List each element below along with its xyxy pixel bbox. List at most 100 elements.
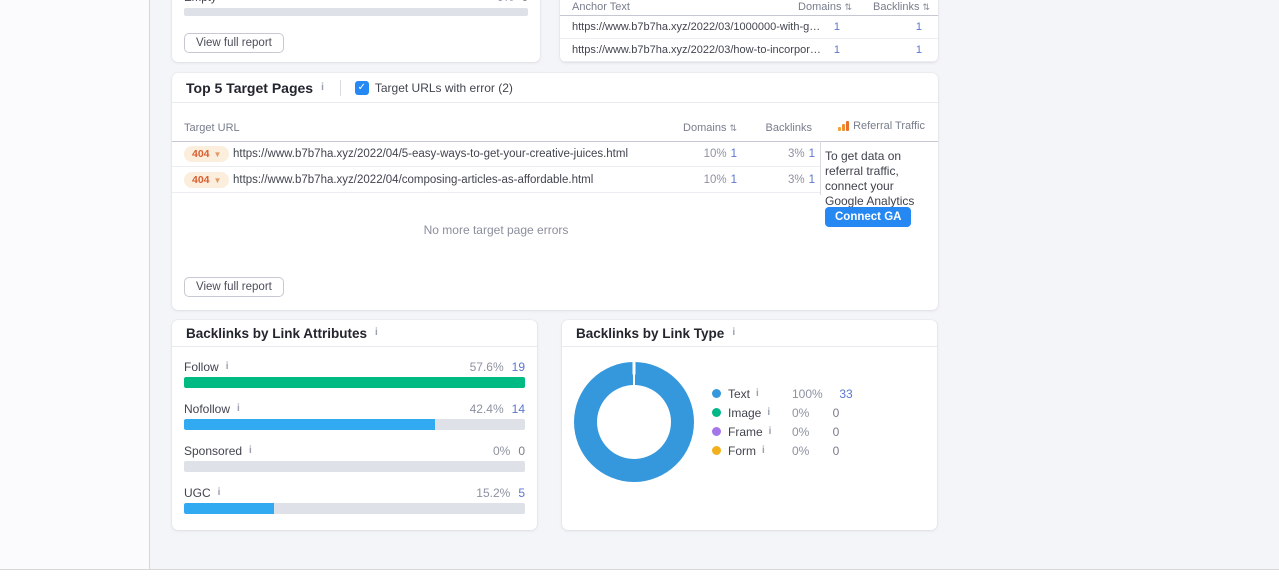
card-title: Backlinks by Link Attributes [186,325,368,341]
header-divider [339,79,341,96]
legend-count[interactable]: 0 [809,444,840,458]
view-full-report-button[interactable]: View full report [184,33,284,53]
legend-label: Text [728,386,751,401]
domains-count[interactable]: 1 [834,44,840,56]
anchor-type-row-count: 0 [522,0,528,4]
empty-bar [184,8,528,16]
attribute-count[interactable]: 14 [512,402,525,416]
attribute-count[interactable]: 19 [512,360,525,374]
domains-count[interactable]: 1 [731,148,737,160]
attribute-pct: 57.6% [469,360,504,374]
legend-pct: 0% [792,424,810,439]
sort-icon[interactable]: ⇅ [729,123,737,133]
anchor-type-row-pct: 0% [497,0,514,4]
target-row: 404 ▼ https://www.b7b7ha.xyz/2022/04/5-ea… [172,141,820,167]
backlinks-count[interactable]: 1 [809,148,815,160]
attribute-row: Sponsored i 0% 0 [184,440,525,482]
info-icon[interactable]: i [224,362,231,372]
col-domains[interactable]: Domains ⇅ [798,1,852,13]
card-title: Top 5 Target Pages [186,79,314,96]
attribute-pct: 15.2% [476,486,511,500]
view-full-report-button[interactable]: View full report [184,277,284,297]
info-icon[interactable]: i [222,0,229,3]
card-title: Backlinks by Link Type [576,325,725,341]
legend-row: Text i 100% 33 [712,384,853,403]
link-attributes-header: Backlinks by Link Attributes i [172,320,537,347]
row-divider [560,61,938,62]
attribute-pct: 0% [492,444,511,458]
anchor-row: https://www.b7b7ha.xyz/2022/03/how-to-in… [560,39,938,62]
empty-message: No more target page errors [423,223,569,237]
status-badge[interactable]: 404 ▼ [184,146,230,162]
domains-count[interactable]: 1 [731,174,737,186]
donut-hole [597,385,671,459]
legend-row: Form i 0% 0 [712,441,839,460]
domains-pct: 10% [703,148,727,160]
legend-row: Frame i 0% 0 [712,422,839,441]
sort-icon[interactable]: ⇅ [922,2,930,12]
anchor-link[interactable]: https://www.b7b7ha.xyz/2022/03/1000000-w… [572,21,822,33]
col-target-url: Target URL [184,122,240,134]
anchor-link[interactable]: https://www.b7b7ha.xyz/2022/03/how-to-in… [572,44,822,56]
backlinks-count[interactable]: 1 [916,44,922,56]
attribute-bar-track [184,419,525,430]
attribute-bar-track [184,377,525,388]
anchor-type-row-label: Empty [184,0,217,4]
col-backlinks[interactable]: Backlinks ⇅ [873,1,930,13]
target-url-link[interactable]: https://www.b7b7ha.xyz/2022/04/composing… [233,174,593,186]
attribute-label: Sponsored [184,444,243,458]
target-row: 404 ▼ https://www.b7b7ha.xyz/2022/04/comp… [172,167,820,193]
info-icon[interactable]: i [760,445,767,456]
legend-label: Image [728,405,762,420]
domains-cell: 10% 1 [704,148,737,160]
legend-label: Frame [728,424,763,439]
info-icon[interactable]: i [216,488,223,498]
domains-pct: 10% [703,174,727,186]
backlinks-cell: 3% 1 [788,174,815,186]
link-attributes-card: Backlinks by Link Attributes i Follow i … [172,320,537,530]
attribute-label: Nofollow [184,402,231,416]
col-referral-traffic: Referral Traffic [838,120,925,132]
domains-cell: 10% 1 [704,174,737,186]
attribute-count[interactable]: 0 [518,444,525,458]
error-filter-checkbox[interactable]: ✓ [354,80,369,95]
legend-count[interactable]: 33 [823,387,852,401]
attribute-row: Nofollow i 42.4% 14 [184,398,525,440]
info-icon[interactable]: i [765,407,772,418]
chevron-down-icon: ▼ [213,175,222,185]
col-backlinks[interactable]: Backlinks [766,122,812,134]
legend-dot-icon [712,389,721,398]
backlinks-cell: 3% 1 [788,148,815,160]
link-type-card: Backlinks by Link Type i Text i 100% 33 … [562,320,937,530]
attribute-bar-track [184,461,525,472]
sort-icon[interactable]: ⇅ [844,2,852,12]
col-domains[interactable]: Domains ⇅ [683,122,737,134]
anchor-text-card: Anchor Text Domains ⇅ Backlinks ⇅ https://… [560,0,938,62]
backlinks-pct: 3% [787,174,805,186]
anchor-type-card: Empty i 0% 0 View full report [172,0,540,62]
legend-count[interactable]: 0 [809,425,840,439]
info-icon[interactable]: i [730,328,737,338]
info-icon[interactable]: i [247,446,254,456]
target-url-link[interactable]: https://www.b7b7ha.xyz/2022/04/5-easy-wa… [233,148,628,160]
domains-count[interactable]: 1 [834,21,840,33]
link-type-header: Backlinks by Link Type i [562,320,937,347]
window-bottom-edge [0,569,1279,577]
info-icon[interactable]: i [319,82,326,93]
backlinks-count[interactable]: 1 [809,174,815,186]
status-badge[interactable]: 404 ▼ [184,172,230,188]
legend-count[interactable]: 0 [809,406,840,420]
attribute-count[interactable]: 5 [518,486,525,500]
target-pages-header: Top 5 Target Pages i ✓ Target URLs with … [172,73,938,103]
attribute-row: Follow i 57.6% 19 [184,356,525,398]
backlinks-count[interactable]: 1 [916,21,922,33]
target-pages-card: Top 5 Target Pages i ✓ Target URLs with … [172,73,938,310]
info-icon[interactable]: i [754,388,761,399]
info-icon[interactable]: i [767,426,774,437]
attribute-bar-track [184,503,525,514]
legend-pct: 0% [792,443,810,458]
connect-ga-button[interactable]: Connect GA [825,207,912,227]
info-icon[interactable]: i [235,404,242,414]
info-icon[interactable]: i [373,328,380,338]
backlinks-pct: 3% [787,148,805,160]
